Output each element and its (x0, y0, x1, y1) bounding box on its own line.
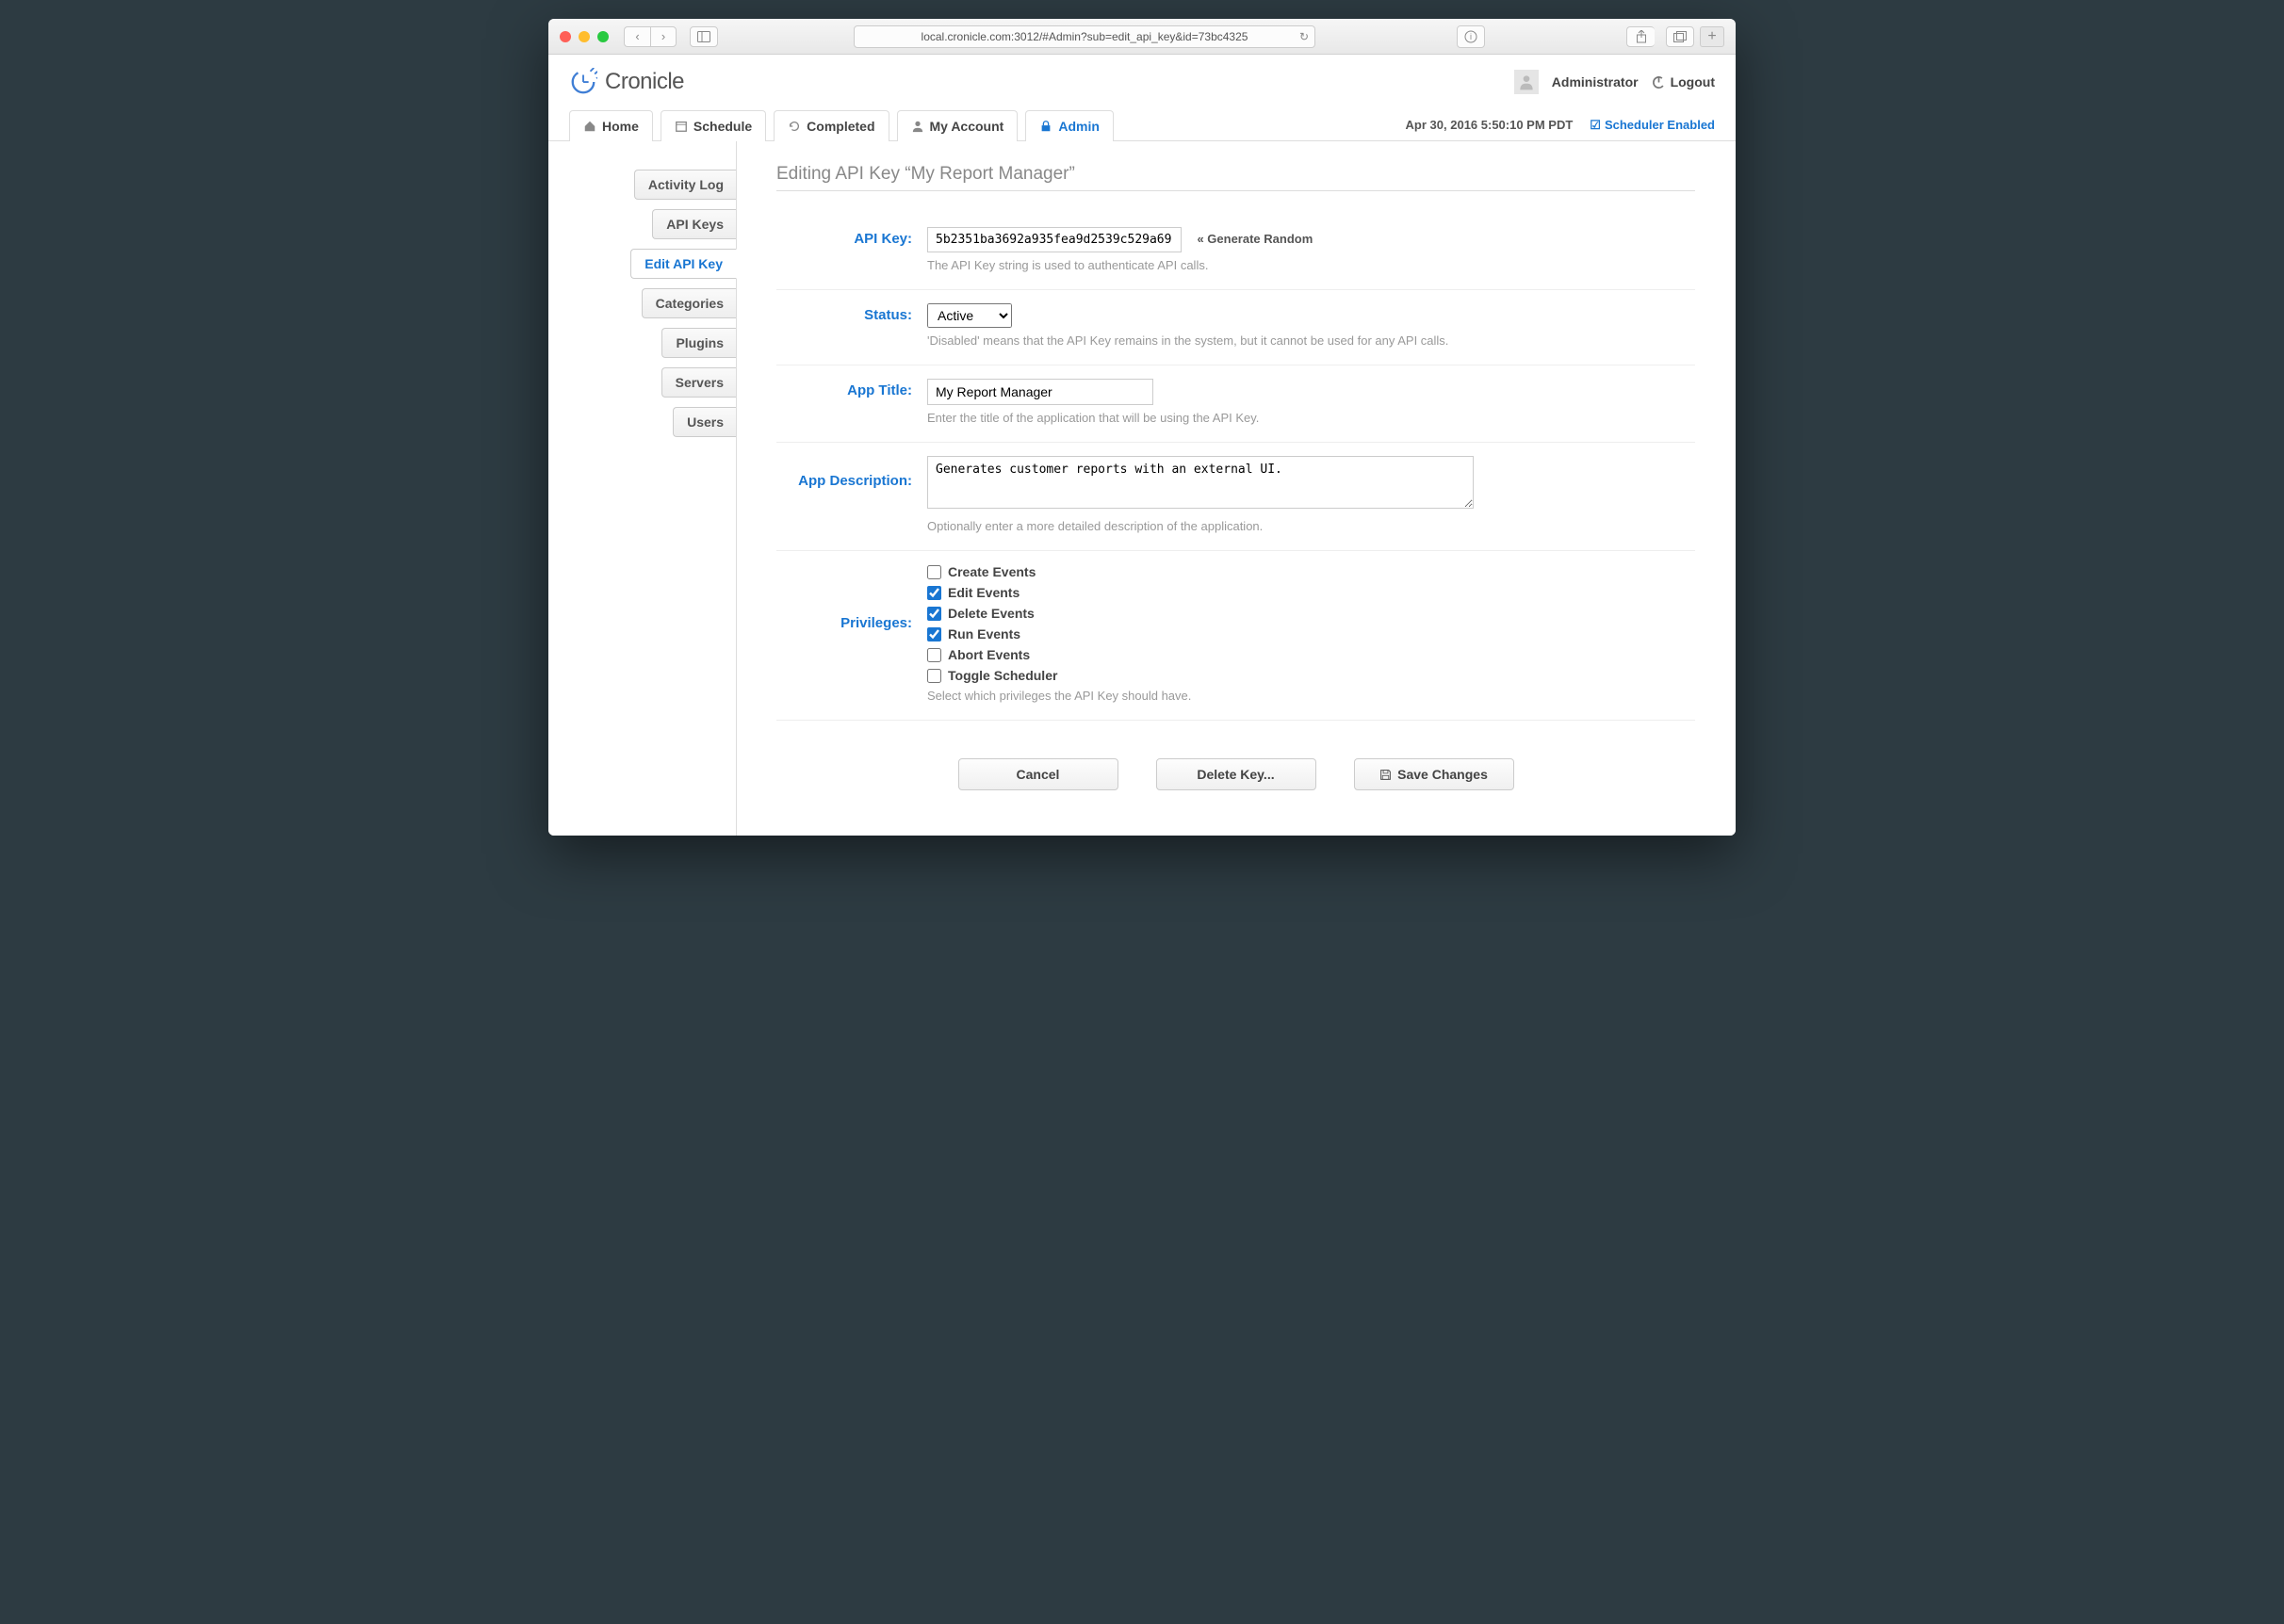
app-header: Cronicle Administrator Logout (548, 55, 1736, 109)
content: Editing API Key “My Report Manager” API … (736, 141, 1735, 836)
logout-label: Logout (1671, 74, 1715, 89)
priv-run-events[interactable]: Run Events (927, 626, 1695, 641)
help-app-desc: Optionally enter a more detailed descrip… (927, 519, 1695, 533)
traffic-lights (560, 31, 609, 42)
tab-schedule[interactable]: Schedule (661, 110, 766, 141)
calendar-icon (675, 120, 688, 133)
app-name: Cronicle (605, 69, 684, 95)
checkbox-create-events[interactable] (927, 565, 941, 579)
browser-window: ‹ › local.cronicle.com:3012/#Admin?sub=e… (548, 19, 1736, 836)
svg-text:i: i (1470, 32, 1472, 41)
tab-my-account[interactable]: My Account (897, 110, 1019, 141)
url-bar[interactable]: local.cronicle.com:3012/#Admin?sub=edit_… (854, 25, 1315, 48)
timestamp: Apr 30, 2016 5:50:10 PM PDT (1406, 118, 1574, 132)
api-key-input[interactable] (927, 227, 1182, 252)
minimize-window-icon[interactable] (579, 31, 590, 42)
status-select[interactable]: Active (927, 303, 1012, 328)
avatar[interactable] (1514, 70, 1539, 94)
sidebar-item-users[interactable]: Users (673, 407, 737, 437)
main: Activity Log API Keys Edit API Key Categ… (548, 141, 1736, 836)
sidebar-item-plugins[interactable]: Plugins (661, 328, 737, 358)
label-app-desc: App Description: (776, 456, 927, 533)
app: Cronicle Administrator Logout Home (548, 55, 1736, 836)
row-api-key: API Key: « Generate Random The API Key s… (776, 214, 1695, 290)
sidebar-item-edit-api-key[interactable]: Edit API Key (630, 249, 737, 279)
tab-home[interactable]: Home (569, 110, 653, 141)
label-api-key: API Key: (776, 227, 927, 272)
app-title-input[interactable] (927, 379, 1153, 405)
button-row: Cancel Delete Key... Save Changes (776, 721, 1695, 813)
zoom-window-icon[interactable] (597, 31, 609, 42)
help-privileges: Select which privileges the API Key shou… (927, 689, 1695, 703)
checkbox-run-events[interactable] (927, 627, 941, 641)
priv-abort-events[interactable]: Abort Events (927, 647, 1695, 662)
save-changes-button[interactable]: Save Changes (1354, 758, 1514, 790)
share-button[interactable] (1626, 26, 1655, 47)
priv-toggle-scheduler[interactable]: Toggle Scheduler (927, 668, 1695, 683)
home-icon (583, 120, 596, 133)
label-status: Status: (776, 303, 927, 348)
save-icon (1379, 769, 1392, 781)
help-api-key: The API Key string is used to authentica… (927, 258, 1695, 272)
row-status: Status: Active 'Disabled' means that the… (776, 290, 1695, 365)
titlebar: ‹ › local.cronicle.com:3012/#Admin?sub=e… (548, 19, 1736, 55)
sidebar-toggle-button[interactable] (690, 26, 718, 47)
checkbox-edit-events[interactable] (927, 586, 941, 600)
tabs-button[interactable] (1666, 26, 1694, 47)
logout-button[interactable]: Logout (1652, 74, 1715, 89)
delete-key-button[interactable]: Delete Key... (1156, 758, 1316, 790)
scheduler-toggle[interactable]: ☑ Scheduler Enabled (1590, 118, 1715, 133)
forward-button[interactable]: › (650, 26, 677, 47)
checkbox-toggle-scheduler[interactable] (927, 669, 941, 683)
new-tab-button[interactable]: + (1700, 26, 1724, 47)
check-icon: ☑ (1590, 118, 1601, 133)
priv-create-events[interactable]: Create Events (927, 564, 1695, 579)
user-icon (911, 120, 924, 133)
top-tabs: Home Schedule Completed My Account Admin… (548, 109, 1736, 141)
reload-icon[interactable]: ↻ (1299, 30, 1309, 43)
cronicle-logo-icon (569, 68, 597, 96)
sidebar-icon (697, 31, 710, 42)
share-icon (1636, 30, 1647, 43)
app-desc-textarea[interactable]: Generates customer reports with an exter… (927, 456, 1474, 509)
sidebar-item-activity-log[interactable]: Activity Log (634, 170, 737, 200)
tab-admin[interactable]: Admin (1025, 110, 1114, 141)
sidebar-item-servers[interactable]: Servers (661, 367, 737, 398)
tab-completed[interactable]: Completed (774, 110, 889, 141)
checkbox-delete-events[interactable] (927, 607, 941, 621)
logo[interactable]: Cronicle (569, 68, 684, 96)
lock-icon (1039, 120, 1052, 133)
back-button[interactable]: ‹ (624, 26, 650, 47)
help-app-title: Enter the title of the application that … (927, 411, 1695, 425)
label-app-title: App Title: (776, 379, 927, 425)
reader-button[interactable]: i (1457, 25, 1485, 48)
row-app-title: App Title: Enter the title of the applic… (776, 365, 1695, 443)
priv-edit-events[interactable]: Edit Events (927, 585, 1695, 600)
cancel-button[interactable]: Cancel (958, 758, 1118, 790)
close-window-icon[interactable] (560, 31, 571, 42)
page-title: Editing API Key “My Report Manager” (776, 164, 1695, 191)
row-app-desc: App Description: Generates customer repo… (776, 443, 1695, 551)
row-privileges: Privileges: Create Events Edit Events De… (776, 551, 1695, 721)
reader-icon: i (1464, 30, 1477, 43)
priv-delete-events[interactable]: Delete Events (927, 606, 1695, 621)
checkbox-abort-events[interactable] (927, 648, 941, 662)
history-icon (788, 120, 801, 133)
help-status: 'Disabled' means that the API Key remain… (927, 333, 1695, 348)
label-privileges: Privileges: (776, 564, 927, 703)
sidebar-item-api-keys[interactable]: API Keys (652, 209, 737, 239)
generate-random-link[interactable]: « Generate Random (1197, 232, 1313, 246)
admin-sidebar: Activity Log API Keys Edit API Key Categ… (548, 141, 737, 836)
tabs-icon (1673, 31, 1687, 42)
nav-buttons: ‹ › (624, 26, 677, 47)
username: Administrator (1552, 74, 1639, 89)
avatar-icon (1517, 73, 1536, 91)
sidebar-item-categories[interactable]: Categories (642, 288, 737, 318)
url-text: local.cronicle.com:3012/#Admin?sub=edit_… (922, 30, 1248, 43)
power-icon (1652, 75, 1666, 89)
